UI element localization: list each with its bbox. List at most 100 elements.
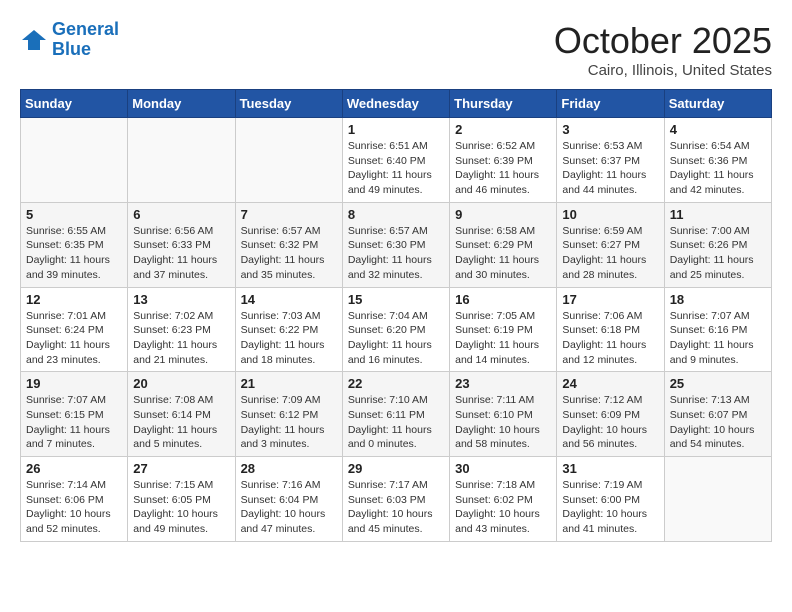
day-info: Sunrise: 7:05 AM Sunset: 6:19 PM Dayligh… xyxy=(455,309,551,368)
day-info: Sunrise: 7:10 AM Sunset: 6:11 PM Dayligh… xyxy=(348,393,444,452)
day-number: 25 xyxy=(670,376,766,391)
calendar-cell: 31 Sunrise: 7:19 AM Sunset: 6:00 PM Dayli… xyxy=(557,457,664,542)
day-info: Sunrise: 7:16 AM Sunset: 6:04 PM Dayligh… xyxy=(241,478,337,537)
weekday-header-monday: Monday xyxy=(128,90,235,118)
day-info: Sunrise: 7:07 AM Sunset: 6:16 PM Dayligh… xyxy=(670,309,766,368)
weekday-header-thursday: Thursday xyxy=(450,90,557,118)
day-number: 15 xyxy=(348,292,444,307)
day-info: Sunrise: 7:06 AM Sunset: 6:18 PM Dayligh… xyxy=(562,309,658,368)
day-number: 23 xyxy=(455,376,551,391)
day-info: Sunrise: 6:54 AM Sunset: 6:36 PM Dayligh… xyxy=(670,139,766,198)
day-info: Sunrise: 6:52 AM Sunset: 6:39 PM Dayligh… xyxy=(455,139,551,198)
day-info: Sunrise: 7:13 AM Sunset: 6:07 PM Dayligh… xyxy=(670,393,766,452)
calendar-cell: 20 Sunrise: 7:08 AM Sunset: 6:14 PM Dayli… xyxy=(128,372,235,457)
calendar-cell: 29 Sunrise: 7:17 AM Sunset: 6:03 PM Dayli… xyxy=(342,457,449,542)
calendar-cell: 9Sunrise: 6:58 AM Sunset: 6:29 PM Daylig… xyxy=(450,202,557,287)
day-info: Sunrise: 7:12 AM Sunset: 6:09 PM Dayligh… xyxy=(562,393,658,452)
day-info: Sunrise: 7:03 AM Sunset: 6:22 PM Dayligh… xyxy=(241,309,337,368)
day-number: 19 xyxy=(26,376,122,391)
day-info: Sunrise: 6:51 AM Sunset: 6:40 PM Dayligh… xyxy=(348,139,444,198)
calendar-cell: 6 Sunrise: 6:56 AM Sunset: 6:33 PM Daylig… xyxy=(128,202,235,287)
day-number: 7 xyxy=(241,207,337,222)
calendar-cell: 26 Sunrise: 7:14 AM Sunset: 6:06 PM Dayli… xyxy=(21,457,128,542)
day-info: Sunrise: 7:02 AM Sunset: 6:23 PM Dayligh… xyxy=(133,309,229,368)
day-number: 8 xyxy=(348,207,444,222)
calendar-cell xyxy=(128,118,235,203)
calendar-cell: 11Sunrise: 7:00 AM Sunset: 6:26 PM Dayli… xyxy=(664,202,771,287)
week-row-4: 19 Sunrise: 7:07 AM Sunset: 6:15 PM Dayli… xyxy=(21,372,772,457)
day-number: 3 xyxy=(562,122,658,137)
weekday-header-saturday: Saturday xyxy=(664,90,771,118)
day-number: 28 xyxy=(241,461,337,476)
month-title: October 2025 xyxy=(554,20,772,62)
weekday-header-friday: Friday xyxy=(557,90,664,118)
day-number: 27 xyxy=(133,461,229,476)
calendar-cell: 27Sunrise: 7:15 AM Sunset: 6:05 PM Dayli… xyxy=(128,457,235,542)
location: Cairo, Illinois, United States xyxy=(554,62,772,79)
week-row-1: 1 Sunrise: 6:51 AM Sunset: 6:40 PM Daylig… xyxy=(21,118,772,203)
day-number: 26 xyxy=(26,461,122,476)
calendar-cell: 12Sunrise: 7:01 AM Sunset: 6:24 PM Dayli… xyxy=(21,287,128,372)
day-number: 24 xyxy=(562,376,658,391)
day-number: 21 xyxy=(241,376,337,391)
day-info: Sunrise: 7:11 AM Sunset: 6:10 PM Dayligh… xyxy=(455,393,551,452)
week-row-2: 5 Sunrise: 6:55 AM Sunset: 6:35 PM Daylig… xyxy=(21,202,772,287)
calendar-cell: 4Sunrise: 6:54 AM Sunset: 6:36 PM Daylig… xyxy=(664,118,771,203)
day-number: 5 xyxy=(26,207,122,222)
calendar-cell xyxy=(235,118,342,203)
day-number: 18 xyxy=(670,292,766,307)
day-number: 6 xyxy=(133,207,229,222)
calendar-cell: 19 Sunrise: 7:07 AM Sunset: 6:15 PM Dayli… xyxy=(21,372,128,457)
day-info: Sunrise: 6:56 AM Sunset: 6:33 PM Dayligh… xyxy=(133,224,229,283)
logo-icon xyxy=(20,26,48,54)
day-info: Sunrise: 7:07 AM Sunset: 6:15 PM Dayligh… xyxy=(26,393,122,452)
calendar-cell: 14Sunrise: 7:03 AM Sunset: 6:22 PM Dayli… xyxy=(235,287,342,372)
day-info: Sunrise: 7:17 AM Sunset: 6:03 PM Dayligh… xyxy=(348,478,444,537)
day-number: 11 xyxy=(670,207,766,222)
week-row-5: 26 Sunrise: 7:14 AM Sunset: 6:06 PM Dayli… xyxy=(21,457,772,542)
calendar-cell: 13 Sunrise: 7:02 AM Sunset: 6:23 PM Dayli… xyxy=(128,287,235,372)
day-number: 10 xyxy=(562,207,658,222)
calendar-cell: 7 Sunrise: 6:57 AM Sunset: 6:32 PM Daylig… xyxy=(235,202,342,287)
calendar-cell: 5 Sunrise: 6:55 AM Sunset: 6:35 PM Daylig… xyxy=(21,202,128,287)
calendar-cell: 1 Sunrise: 6:51 AM Sunset: 6:40 PM Daylig… xyxy=(342,118,449,203)
calendar-cell: 3Sunrise: 6:53 AM Sunset: 6:37 PM Daylig… xyxy=(557,118,664,203)
day-info: Sunrise: 7:14 AM Sunset: 6:06 PM Dayligh… xyxy=(26,478,122,537)
calendar-cell: 8Sunrise: 6:57 AM Sunset: 6:30 PM Daylig… xyxy=(342,202,449,287)
day-info: Sunrise: 6:57 AM Sunset: 6:32 PM Dayligh… xyxy=(241,224,337,283)
calendar-table: SundayMondayTuesdayWednesdayThursdayFrid… xyxy=(20,89,772,542)
page-header: General Blue October 2025 Cairo, Illinoi… xyxy=(20,20,772,79)
weekday-header-row: SundayMondayTuesdayWednesdayThursdayFrid… xyxy=(21,90,772,118)
day-number: 17 xyxy=(562,292,658,307)
calendar-cell: 10 Sunrise: 6:59 AM Sunset: 6:27 PM Dayli… xyxy=(557,202,664,287)
calendar-cell: 25 Sunrise: 7:13 AM Sunset: 6:07 PM Dayli… xyxy=(664,372,771,457)
weekday-header-wednesday: Wednesday xyxy=(342,90,449,118)
day-info: Sunrise: 6:55 AM Sunset: 6:35 PM Dayligh… xyxy=(26,224,122,283)
day-number: 20 xyxy=(133,376,229,391)
day-info: Sunrise: 7:19 AM Sunset: 6:00 PM Dayligh… xyxy=(562,478,658,537)
day-number: 31 xyxy=(562,461,658,476)
day-info: Sunrise: 7:09 AM Sunset: 6:12 PM Dayligh… xyxy=(241,393,337,452)
day-info: Sunrise: 6:58 AM Sunset: 6:29 PM Dayligh… xyxy=(455,224,551,283)
day-number: 1 xyxy=(348,122,444,137)
logo-text: General Blue xyxy=(52,20,119,60)
day-number: 13 xyxy=(133,292,229,307)
logo: General Blue xyxy=(20,20,119,60)
day-number: 29 xyxy=(348,461,444,476)
day-number: 22 xyxy=(348,376,444,391)
calendar-cell: 2 Sunrise: 6:52 AM Sunset: 6:39 PM Daylig… xyxy=(450,118,557,203)
calendar-cell: 21 Sunrise: 7:09 AM Sunset: 6:12 PM Dayli… xyxy=(235,372,342,457)
calendar-cell: 15Sunrise: 7:04 AM Sunset: 6:20 PM Dayli… xyxy=(342,287,449,372)
calendar-cell: 16Sunrise: 7:05 AM Sunset: 6:19 PM Dayli… xyxy=(450,287,557,372)
calendar-cell: 22 Sunrise: 7:10 AM Sunset: 6:11 PM Dayli… xyxy=(342,372,449,457)
title-block: October 2025 Cairo, Illinois, United Sta… xyxy=(554,20,772,79)
calendar-cell: 28 Sunrise: 7:16 AM Sunset: 6:04 PM Dayli… xyxy=(235,457,342,542)
week-row-3: 12Sunrise: 7:01 AM Sunset: 6:24 PM Dayli… xyxy=(21,287,772,372)
calendar-cell: 18 Sunrise: 7:07 AM Sunset: 6:16 PM Dayli… xyxy=(664,287,771,372)
day-info: Sunrise: 7:08 AM Sunset: 6:14 PM Dayligh… xyxy=(133,393,229,452)
day-number: 2 xyxy=(455,122,551,137)
calendar-cell xyxy=(664,457,771,542)
day-info: Sunrise: 6:59 AM Sunset: 6:27 PM Dayligh… xyxy=(562,224,658,283)
weekday-header-sunday: Sunday xyxy=(21,90,128,118)
calendar-cell: 24 Sunrise: 7:12 AM Sunset: 6:09 PM Dayli… xyxy=(557,372,664,457)
